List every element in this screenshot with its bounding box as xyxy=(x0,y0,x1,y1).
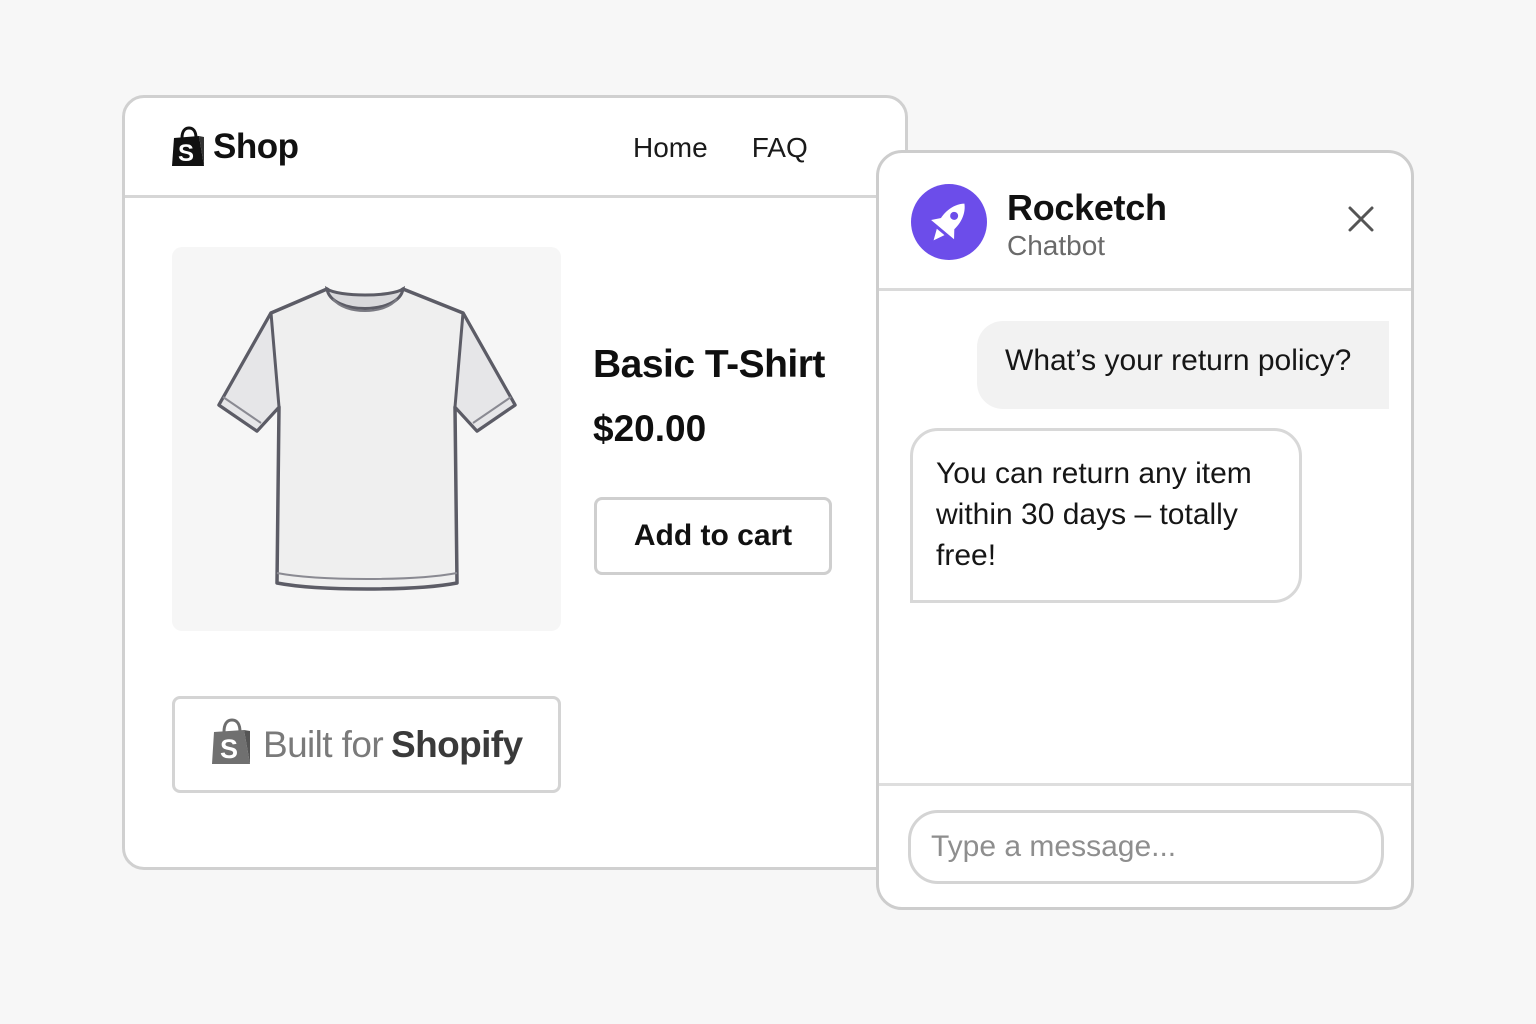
product-name: Basic T-Shirt xyxy=(593,343,825,386)
main-nav: Home FAQ xyxy=(633,132,808,164)
built-for-shopify-badge[interactable]: S Built for Shopify xyxy=(172,696,561,793)
svg-text:S: S xyxy=(178,140,194,167)
bot-avatar xyxy=(911,184,987,260)
bot-name: Rocketch xyxy=(1007,187,1167,228)
shopify-bag-icon: S xyxy=(171,126,207,168)
user-message: What’s your return policy? xyxy=(977,321,1389,409)
bot-subtitle: Chatbot xyxy=(1007,230,1106,261)
nav-link-faq[interactable]: FAQ xyxy=(752,132,808,164)
badge-text-shopify: Shopify xyxy=(391,723,523,765)
shopify-bag-icon: S xyxy=(211,718,253,771)
nav-link-home[interactable]: Home xyxy=(633,132,708,164)
shop-logo[interactable]: S Shop xyxy=(171,126,299,168)
chat-window: Rocketch Chatbot What’s your return poli… xyxy=(876,150,1414,910)
close-button[interactable] xyxy=(1345,203,1377,235)
message-input[interactable] xyxy=(908,810,1384,884)
message-composer xyxy=(879,783,1411,907)
badge-text: Built for Shopify xyxy=(263,724,523,766)
product-price: $20.00 xyxy=(593,408,707,449)
shop-header: S Shop Home FAQ xyxy=(125,98,905,198)
bot-message: You can return any item within 30 days –… xyxy=(910,428,1302,603)
product-image[interactable] xyxy=(172,247,561,631)
badge-text-built-for: Built for xyxy=(263,723,384,765)
svg-text:S: S xyxy=(220,734,238,764)
shop-window: S Shop Home FAQ Basic T-Shirt $20.00 Add… xyxy=(122,95,908,870)
add-to-cart-button[interactable]: Add to cart xyxy=(594,497,832,575)
message-list: What’s your return policy? You can retur… xyxy=(879,291,1411,783)
shop-title: Shop xyxy=(213,127,299,166)
close-icon xyxy=(1345,206,1377,239)
chat-header: Rocketch Chatbot xyxy=(879,153,1411,291)
